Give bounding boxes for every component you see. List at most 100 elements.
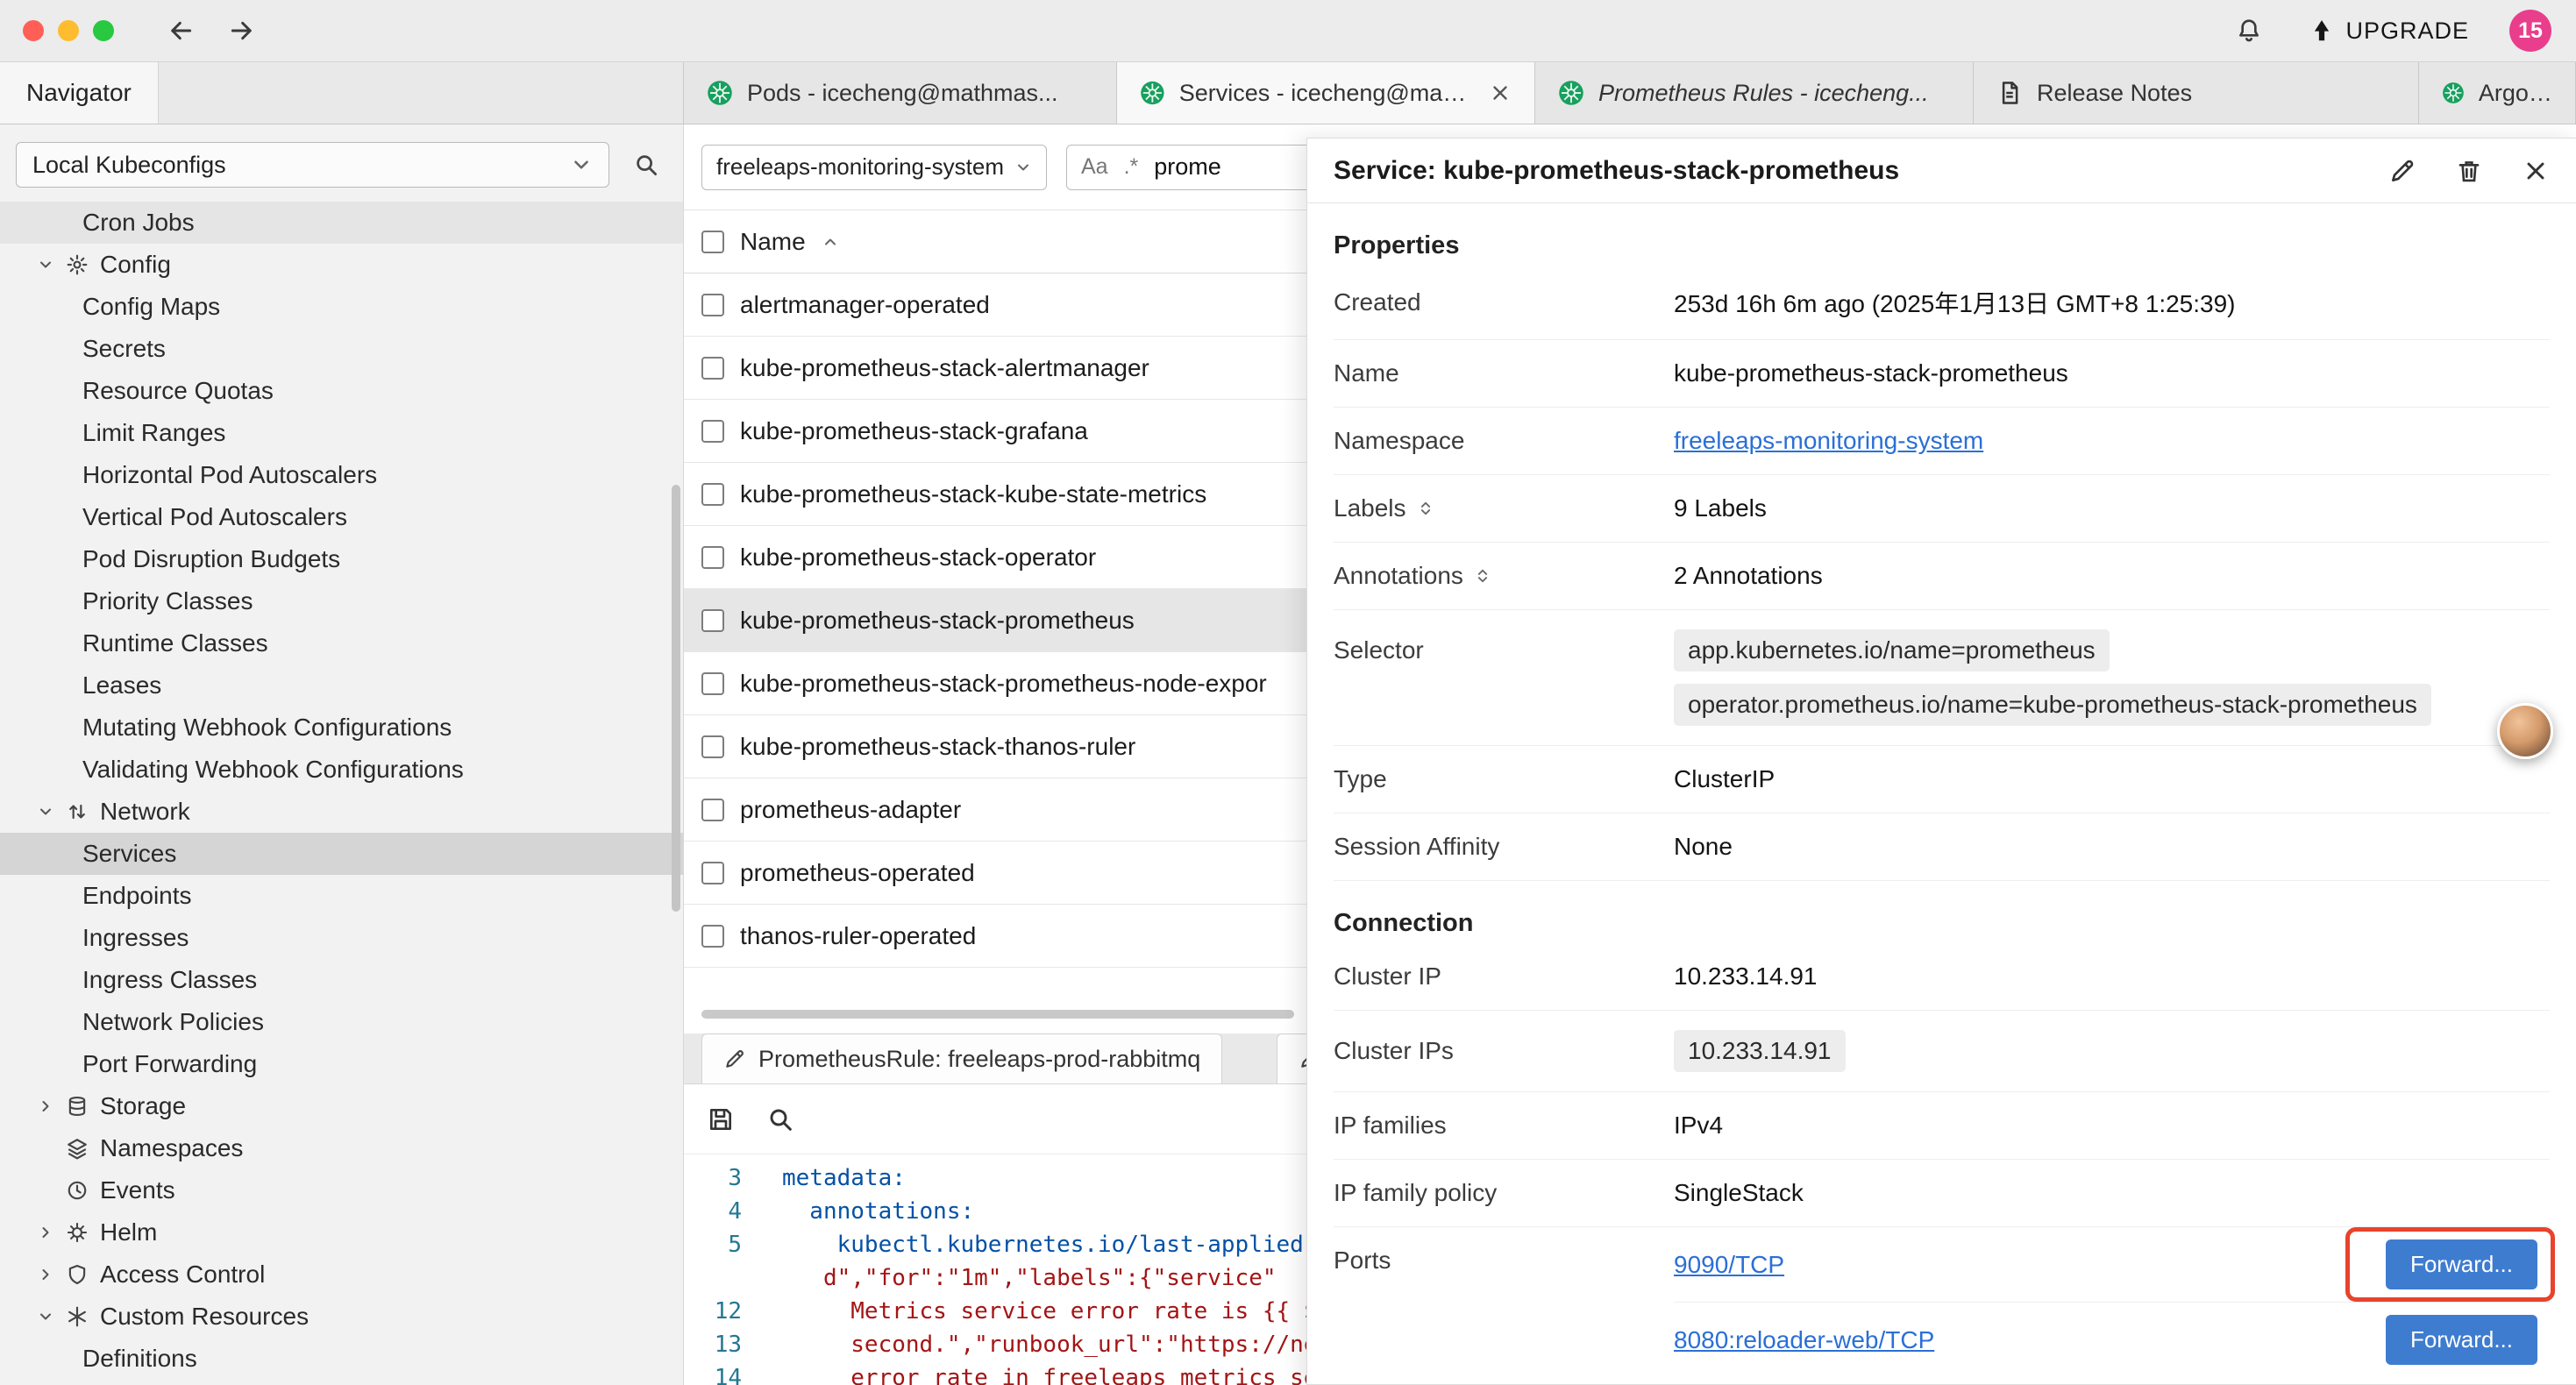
forward-button-8080[interactable]: Forward... (2386, 1315, 2537, 1365)
match-case-toggle[interactable]: Aa (1081, 154, 1108, 180)
delete-button[interactable] (2455, 157, 2483, 185)
table-row[interactable]: kube-prometheus-stack-operator (684, 526, 1306, 589)
sidebar-item-custom-resources[interactable]: Custom Resources (0, 1296, 683, 1338)
notification-count-badge[interactable]: 15 (2509, 10, 2551, 52)
edit-button[interactable] (2388, 157, 2416, 185)
table-row[interactable]: kube-prometheus-stack-thanos-ruler (684, 715, 1306, 778)
back-button[interactable] (161, 11, 200, 50)
tab-release-notes[interactable]: Release Notes (1974, 62, 2419, 124)
sidebar-item-access-control[interactable]: Access Control (0, 1254, 683, 1296)
table-row[interactable]: thanos-ruler-operated (684, 905, 1306, 968)
sidebar-scrollbar[interactable] (672, 485, 680, 912)
name-row: Name kube-prometheus-stack-prometheus (1334, 340, 2550, 408)
sidebar-item-endpoints[interactable]: Endpoints (0, 875, 683, 917)
row-checkbox[interactable] (701, 483, 724, 506)
chevron-down-icon[interactable] (30, 1308, 61, 1325)
notifications-button[interactable] (2230, 11, 2268, 50)
port-link-9090[interactable]: 9090/TCP (1674, 1251, 1784, 1279)
sidebar-item-mutating-webhook-configurations[interactable]: Mutating Webhook Configurations (0, 707, 683, 749)
cluster-ip-value: 10.233.14.91 (1674, 962, 1818, 991)
name-column-header[interactable]: Name (740, 228, 806, 256)
row-checkbox[interactable] (701, 294, 724, 316)
zoom-window-button[interactable] (93, 20, 114, 41)
tab-services[interactable]: Services - icecheng@math... (1117, 62, 1535, 124)
expand-labels-toggle[interactable] (1417, 500, 1434, 517)
sidebar-item-services[interactable]: Services (0, 833, 683, 875)
sidebar-item-events[interactable]: Events (0, 1169, 683, 1211)
close-tab-icon[interactable] (1489, 82, 1512, 104)
floppy-icon[interactable] (707, 1105, 735, 1133)
sidebar-item-horizontal-pod-autoscalers[interactable]: Horizontal Pod Autoscalers (0, 454, 683, 496)
sort-ascending-icon[interactable] (822, 233, 839, 251)
table-row[interactable]: kube-prometheus-stack-alertmanager (684, 337, 1306, 400)
regex-toggle[interactable]: .* (1124, 154, 1139, 180)
tab-argo[interactable]: Argo Se (2419, 62, 2576, 124)
sidebar-item-resource-quotas[interactable]: Resource Quotas (0, 370, 683, 412)
sidebar-item-helm[interactable]: Helm (0, 1211, 683, 1254)
sidebar-item-cron-jobs[interactable]: Cron Jobs (0, 202, 683, 244)
chevron-down-icon[interactable] (30, 803, 61, 820)
table-row[interactable]: prometheus-operated (684, 842, 1306, 905)
row-checkbox[interactable] (701, 609, 724, 632)
kubeconfig-selector[interactable]: Local Kubeconfigs (16, 142, 609, 188)
sidebar-item-leases[interactable]: Leases (0, 664, 683, 707)
row-checkbox[interactable] (701, 546, 724, 569)
row-checkbox[interactable] (701, 672, 724, 695)
table-row[interactable]: kube-prometheus-stack-kube-state-metrics (684, 463, 1306, 526)
chevron-right-icon[interactable] (30, 1266, 61, 1283)
select-all-checkbox[interactable] (701, 231, 724, 253)
forward-button[interactable] (223, 11, 261, 50)
forward-button-9090[interactable]: Forward... (2386, 1239, 2537, 1289)
close-window-button[interactable] (23, 20, 44, 41)
sidebar-item-namespaces[interactable]: Namespaces (0, 1127, 683, 1169)
sidebar-search-button[interactable] (625, 144, 667, 186)
sidebar-item-network[interactable]: Network (0, 791, 683, 833)
table-row-selected[interactable]: kube-prometheus-stack-prometheus (684, 589, 1306, 652)
code-line: Metrics service error rate is {{ $va (742, 1295, 1345, 1328)
navigator-panel-tab[interactable]: Navigator (0, 62, 159, 124)
sidebar-item-port-forwarding[interactable]: Port Forwarding (0, 1043, 683, 1085)
sidebar-item-ingresses[interactable]: Ingresses (0, 917, 683, 959)
table-row[interactable]: kube-prometheus-stack-grafana (684, 400, 1306, 463)
row-checkbox[interactable] (701, 799, 724, 821)
sidebar-item-vertical-pod-autoscalers[interactable]: Vertical Pod Autoscalers (0, 496, 683, 538)
upgrade-button[interactable]: UPGRADE (2309, 18, 2469, 45)
table-row[interactable]: prometheus-adapter (684, 778, 1306, 842)
dock-tab-prometheusrule[interactable]: PrometheusRule: freeleaps-prod-rabbitmq (701, 1033, 1222, 1083)
row-checkbox[interactable] (701, 420, 724, 443)
sidebar-item-validating-webhook-configurations[interactable]: Validating Webhook Configurations (0, 749, 683, 791)
line-number: 5 (684, 1228, 742, 1261)
row-checkbox[interactable] (701, 357, 724, 380)
close-drawer-button[interactable] (2522, 157, 2550, 185)
horizontal-scrollbar[interactable] (701, 1010, 1294, 1019)
row-checkbox[interactable] (701, 735, 724, 758)
chevron-right-icon[interactable] (30, 1097, 61, 1115)
search-icon[interactable] (766, 1105, 794, 1133)
sidebar-item-secrets[interactable]: Secrets (0, 328, 683, 370)
table-row[interactable]: alertmanager-operated (684, 273, 1306, 337)
sidebar-item-config-maps[interactable]: Config Maps (0, 286, 683, 328)
sidebar-item-runtime-classes[interactable]: Runtime Classes (0, 622, 683, 664)
chevron-down-icon[interactable] (30, 256, 61, 273)
sidebar-item-pod-disruption-budgets[interactable]: Pod Disruption Budgets (0, 538, 683, 580)
sidebar-item-storage[interactable]: Storage (0, 1085, 683, 1127)
table-row[interactable]: kube-prometheus-stack-prometheus-node-ex… (684, 652, 1306, 715)
tab-prometheus-rules[interactable]: Prometheus Rules - icecheng... (1535, 62, 1974, 124)
expand-annotations-toggle[interactable] (1474, 567, 1491, 585)
row-checkbox[interactable] (701, 862, 724, 884)
namespace-link[interactable]: freeleaps-monitoring-system (1674, 427, 1983, 455)
sidebar-item-priority-classes[interactable]: Priority Classes (0, 580, 683, 622)
chevron-right-icon[interactable] (30, 1224, 61, 1241)
sidebar-item-network-policies[interactable]: Network Policies (0, 1001, 683, 1043)
sidebar-item-limit-ranges[interactable]: Limit Ranges (0, 412, 683, 454)
avatar[interactable] (2497, 703, 2553, 759)
namespace-filter-select[interactable]: freeleaps-monitoring-system (701, 145, 1047, 190)
sidebar-item-ingress-classes[interactable]: Ingress Classes (0, 959, 683, 1001)
table-header: Name (684, 210, 1306, 273)
sidebar-item-config[interactable]: Config (0, 244, 683, 286)
tab-pods[interactable]: Pods - icecheng@mathmas... (684, 62, 1117, 124)
row-checkbox[interactable] (701, 925, 724, 948)
sidebar-item-definitions[interactable]: Definitions (0, 1338, 683, 1380)
minimize-window-button[interactable] (58, 20, 79, 41)
port-link-8080[interactable]: 8080:reloader-web/TCP (1674, 1326, 1934, 1354)
